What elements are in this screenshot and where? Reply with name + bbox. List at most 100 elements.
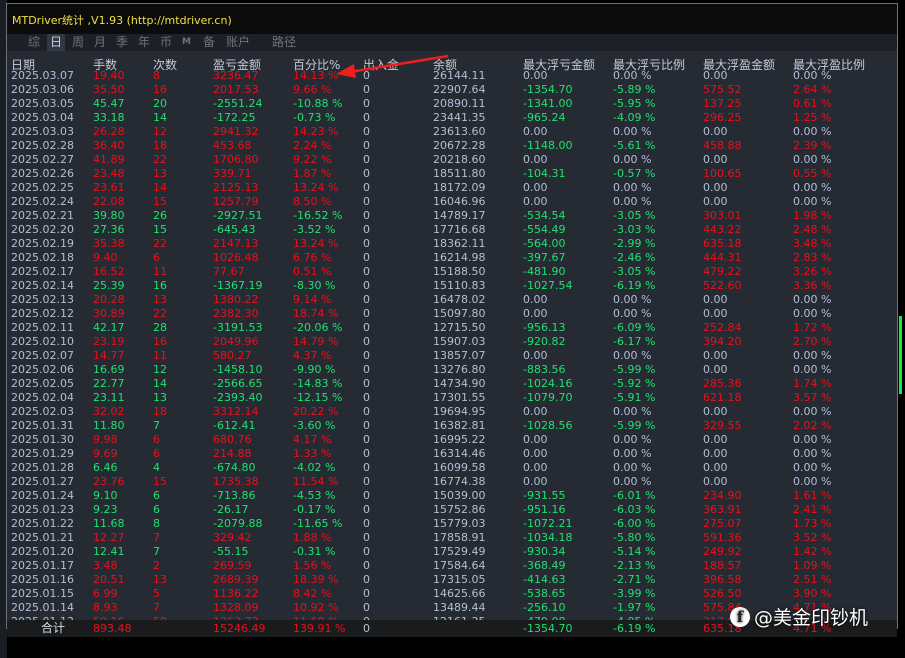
cell-balance: 18362.11 <box>433 237 486 250</box>
cell-pnl: 2125.13 <box>213 181 259 194</box>
cell-count: 2 <box>153 559 160 572</box>
tab-7[interactable]: M <box>179 34 194 51</box>
tab-10[interactable]: 路径 <box>269 34 299 51</box>
cell-lots: 11.80 <box>93 419 125 432</box>
cell-max-float-profit: 0.00 <box>703 349 728 362</box>
cell-max-float-loss-pct: -3.03 % <box>613 223 656 236</box>
cell-balance: 13489.44 <box>433 601 486 614</box>
cell-max-float-loss-pct: 0.00 % <box>613 293 652 306</box>
tab-9[interactable]: 账户 <box>223 34 253 51</box>
cell-max-float-profit-pct: 1.09 % <box>793 559 832 572</box>
cell-percent: -0.73 % <box>293 111 336 124</box>
watermark-text: @美金印钞机 <box>754 607 869 629</box>
cell-lots: 25.39 <box>93 279 125 292</box>
cell-count: 15 <box>153 475 167 488</box>
cell-balance: 15779.03 <box>433 517 486 530</box>
cell-balance: 15110.83 <box>433 279 486 292</box>
cell-date: 2025.02.27 <box>11 153 74 166</box>
tab-3[interactable]: 月 <box>91 34 109 51</box>
cell-balance: 17315.05 <box>433 573 486 586</box>
cell-date: 2025.01.31 <box>11 419 74 432</box>
cell-max-float-profit-pct: 1.98 % <box>793 209 832 222</box>
cell-max-float-loss: -1079.70 <box>523 391 573 404</box>
cell-max-float-profit-pct: 0.00 % <box>793 405 832 418</box>
chart-indicator-bar <box>899 316 902 394</box>
cell-date: 2025.02.03 <box>11 405 74 418</box>
cell-deposit: 0 <box>363 265 370 278</box>
cell-count: 4 <box>153 461 160 474</box>
cell-date: 2025.02.18 <box>11 251 74 264</box>
tab-2[interactable]: 周 <box>69 34 87 51</box>
cell-percent: 1.88 % <box>293 531 332 544</box>
cell-max-float-loss-pct: 0.00 % <box>613 447 652 460</box>
cell-balance: 22907.64 <box>433 83 486 96</box>
cell-max-float-profit: 296.25 <box>703 111 742 124</box>
cell-max-float-profit: 249.92 <box>703 545 742 558</box>
cell-max-float-loss-pct: -0.57 % <box>613 167 656 180</box>
cell-pnl: 329.42 <box>213 531 252 544</box>
cell-max-float-loss-pct: -6.19 % <box>613 279 656 292</box>
cell-pnl: -2551.24 <box>213 97 263 110</box>
cell-max-float-profit: 363.91 <box>703 503 742 516</box>
cell-percent: 2.24 % <box>293 139 332 152</box>
cell-max-float-loss-pct: 0.00 % <box>613 461 652 474</box>
tab-6[interactable]: 币 <box>157 34 175 51</box>
cell-pnl: -2566.65 <box>213 377 263 390</box>
cell-date: 2025.02.19 <box>11 237 74 250</box>
cell-lots: 16.52 <box>93 265 125 278</box>
cell-max-float-loss-pct: -3.05 % <box>613 209 656 222</box>
cell-balance: 15752.86 <box>433 503 486 516</box>
cell-lots: 30.89 <box>93 307 125 320</box>
cell-percent: -0.31 % <box>293 545 336 558</box>
cell-max-float-profit: 635.18 <box>703 237 742 250</box>
cell-max-float-profit-pct: 3.52 % <box>793 531 832 544</box>
tab-0[interactable]: 综 <box>25 34 43 51</box>
tab-8[interactable]: 备 <box>200 34 218 51</box>
cell-max-float-profit: 394.20 <box>703 335 742 348</box>
watermark: f @美金印钞机 <box>730 603 868 630</box>
cell-max-float-loss: -1034.18 <box>523 531 573 544</box>
cell-max-float-profit: 575.52 <box>703 83 742 96</box>
cell-pnl: -713.86 <box>213 489 256 502</box>
cell-percent: 4.37 % <box>293 349 332 362</box>
cell-max-float-profit-pct: 1.25 % <box>793 111 832 124</box>
total-lots: 893.48 <box>93 622 132 635</box>
cell-balance: 17529.49 <box>433 545 486 558</box>
cell-date: 2025.02.14 <box>11 279 74 292</box>
cell-balance: 16382.81 <box>433 419 486 432</box>
cell-max-float-loss-pct: -5.99 % <box>613 363 656 376</box>
cell-max-float-profit: 0.00 <box>703 405 728 418</box>
cell-lots: 32.02 <box>93 405 125 418</box>
cell-percent: 1.56 % <box>293 559 332 572</box>
cell-count: 13 <box>153 167 167 180</box>
tab-1[interactable]: 日 <box>47 34 66 51</box>
cell-lots: 12.27 <box>93 531 125 544</box>
cell-max-float-loss: -1354.70 <box>523 83 573 96</box>
cell-lots: 23.61 <box>93 181 125 194</box>
cell-lots: 23.19 <box>93 335 125 348</box>
cell-max-float-profit: 396.58 <box>703 573 742 586</box>
cell-max-float-loss: -256.10 <box>523 601 566 614</box>
tab-4[interactable]: 季 <box>113 34 131 51</box>
cell-max-float-profit-pct: 3.90 % <box>793 587 832 600</box>
cell-max-float-loss-pct: 0.00 % <box>613 349 652 362</box>
cell-count: 14 <box>153 377 167 390</box>
cell-percent: -3.60 % <box>293 419 336 432</box>
tab-5[interactable]: 年 <box>135 34 153 51</box>
cell-max-float-loss-pct: -2.99 % <box>613 237 656 250</box>
cell-max-float-profit: 0.00 <box>703 181 728 194</box>
cell-max-float-loss: -931.55 <box>523 489 566 502</box>
cell-deposit: 0 <box>363 97 370 110</box>
cell-balance: 23613.60 <box>433 125 486 138</box>
window-title: MTDriver统计 ,V1.93 (http://mtdriver.cn) <box>12 14 232 27</box>
cell-balance: 14734.90 <box>433 377 486 390</box>
cell-deposit: 0 <box>363 559 370 572</box>
cell-deposit: 0 <box>363 587 370 600</box>
cell-max-float-loss: -1024.16 <box>523 377 573 390</box>
cell-max-float-loss: -397.67 <box>523 251 566 264</box>
cell-count: 7 <box>153 419 160 432</box>
total-percent: 139.91 % <box>293 622 346 635</box>
cell-balance: 20890.11 <box>433 97 486 110</box>
cell-count: 6 <box>153 447 160 460</box>
cell-lots: 9.98 <box>93 433 118 446</box>
